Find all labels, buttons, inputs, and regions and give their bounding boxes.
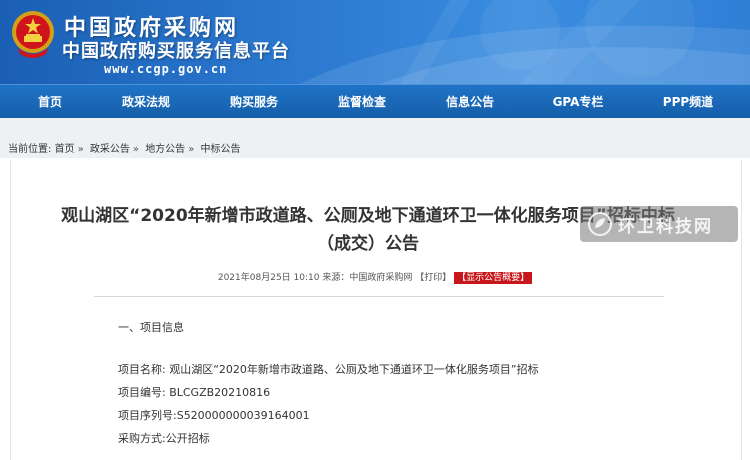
national-emblem-icon bbox=[12, 11, 54, 58]
article-meta: 2021年08月25日 10:10 来源：中国政府采购网 【打印】 【显示公告概… bbox=[0, 270, 750, 284]
article-divider bbox=[94, 296, 664, 297]
leaf-circle-icon bbox=[588, 212, 612, 236]
publish-date: 2021年08月25日 10:10 bbox=[217, 273, 320, 283]
breadcrumb-home[interactable]: 首页 bbox=[55, 140, 75, 155]
breadcrumb-label: 当前位置: bbox=[8, 144, 52, 155]
breadcrumb-award[interactable]: 中标公告 bbox=[201, 140, 241, 155]
site-url: www.ccgp.gov.cn bbox=[104, 62, 228, 76]
breadcrumb-gov-procurement[interactable]: 政采公告 bbox=[90, 140, 130, 155]
nav-item-purchase-services[interactable]: 购买服务 bbox=[220, 85, 288, 119]
section-heading: 一、项目信息 bbox=[118, 321, 184, 334]
show-summary-button[interactable]: 【显示公告概要】 bbox=[454, 272, 533, 284]
breadcrumb-separator: » bbox=[77, 144, 84, 155]
project-name: 项目名称: 观山湖区“2020年新增市政道路、公厕及地下通道环卫一体化服务项目”… bbox=[118, 363, 539, 376]
breadcrumb-separator: » bbox=[188, 144, 195, 155]
project-serial: 项目序列号:S520000000039164001 bbox=[118, 409, 310, 422]
nav-item-supervision[interactable]: 监督检查 bbox=[328, 85, 396, 119]
site-subtitle: 中国政府购买服务信息平台 bbox=[62, 41, 290, 62]
main-navigation: 首页 政采法规 购买服务 监督检查 信息公告 GPA专栏 PPP频道 bbox=[0, 84, 750, 119]
watermark-text: 环卫科技网 bbox=[618, 217, 713, 237]
watermark: 环卫科技网 bbox=[580, 206, 738, 242]
nav-item-home[interactable]: 首页 bbox=[18, 85, 82, 119]
breadcrumb-separator: » bbox=[132, 144, 139, 155]
breadcrumb-local[interactable]: 地方公告 bbox=[145, 140, 185, 155]
print-link[interactable]: 【打印】 bbox=[415, 273, 451, 283]
nav-item-announcements[interactable]: 信息公告 bbox=[436, 85, 504, 119]
project-number: 项目编号: BLCGZB20210816 bbox=[118, 386, 271, 399]
procurement-method: 采购方式:公开招标 bbox=[118, 432, 210, 445]
article-source: 来源：中国政府采购网 bbox=[322, 273, 413, 283]
nav-item-gpa[interactable]: GPA专栏 bbox=[544, 85, 612, 119]
site-header-banner: 中国政府采购网 中国政府购买服务信息平台 www.ccgp.gov.cn bbox=[0, 0, 750, 84]
breadcrumb: 当前位置: 首页» 政采公告» 地方公告» 中标公告 bbox=[8, 140, 241, 155]
nav-item-ppp[interactable]: PPP频道 bbox=[652, 85, 724, 119]
nav-item-regulations[interactable]: 政采法规 bbox=[112, 85, 180, 119]
